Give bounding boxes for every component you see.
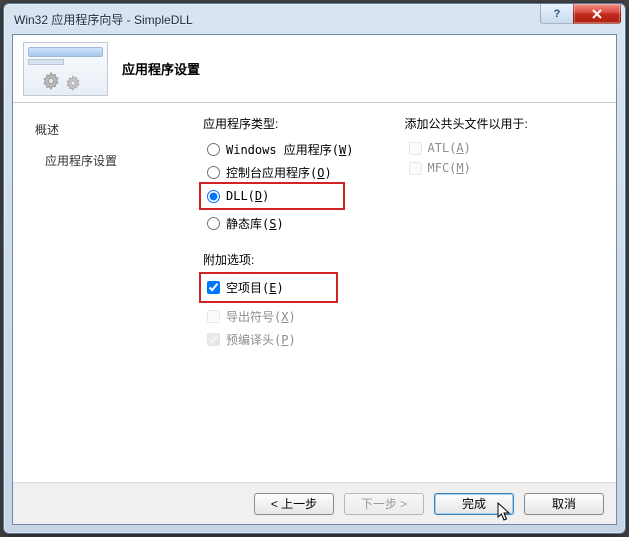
- right-column: 添加公共头文件以用于: ATL(A) MFC(M): [405, 115, 603, 482]
- sidebar: 概述 应用程序设置: [27, 115, 197, 482]
- additional-legend: 附加选项:: [203, 251, 401, 268]
- close-icon: [591, 9, 603, 19]
- window-title: Win32 应用程序向导 - SimpleDLL: [14, 11, 619, 28]
- highlight-dll: DLL(D): [199, 182, 345, 210]
- gear-icon: [38, 69, 64, 95]
- main-pane: 应用程序类型: Windows 应用程序(W) 控制台应用程序(O) DLL(D…: [203, 115, 602, 482]
- check-export-input: [207, 310, 220, 323]
- common-headers-legend: 添加公共头文件以用于:: [405, 115, 603, 132]
- radio-dll-label: DLL(D): [226, 189, 269, 203]
- check-export-symbols: 导出符号(X): [203, 305, 401, 328]
- check-mfc-label: MFC(M): [428, 161, 471, 175]
- radio-console-app[interactable]: 控制台应用程序(O): [203, 161, 401, 184]
- additional-options: 附加选项: 空项目(E) 导出符号(X): [203, 251, 401, 351]
- highlight-empty: 空项目(E): [199, 272, 338, 303]
- cursor-icon: [497, 502, 515, 524]
- finish-button-label: 完成: [462, 495, 486, 512]
- check-empty-project[interactable]: 空项目(E): [203, 276, 288, 299]
- client-area: 应用程序设置 概述 应用程序设置 应用程序类型: Windows 应用程序(W)…: [12, 34, 617, 525]
- check-empty-label: 空项目(E): [226, 279, 284, 296]
- radio-console-input[interactable]: [207, 166, 220, 179]
- help-button[interactable]: ?: [540, 4, 574, 24]
- check-precompiled-header: 预编译头(P): [203, 328, 401, 351]
- check-precomp-input: [207, 333, 220, 346]
- close-button[interactable]: [573, 4, 621, 24]
- wizard-window: Win32 应用程序向导 - SimpleDLL ?: [3, 3, 626, 534]
- check-mfc-input: [409, 162, 422, 175]
- check-atl-label: ATL(A): [428, 141, 471, 155]
- radio-static-lib[interactable]: 静态库(S): [203, 212, 401, 235]
- page-title: 应用程序设置: [122, 59, 200, 78]
- wizard-header: 应用程序设置: [13, 35, 616, 103]
- check-atl-input: [409, 142, 422, 155]
- gear-icon-small: [62, 73, 84, 95]
- wizard-body: 概述 应用程序设置 应用程序类型: Windows 应用程序(W) 控制台应用程…: [13, 103, 616, 482]
- left-column: 应用程序类型: Windows 应用程序(W) 控制台应用程序(O) DLL(D…: [203, 115, 401, 482]
- app-type-legend: 应用程序类型:: [203, 115, 401, 132]
- radio-dll-input[interactable]: [207, 190, 220, 203]
- check-empty-input[interactable]: [207, 281, 220, 294]
- check-export-label: 导出符号(X): [226, 308, 296, 325]
- radio-console-label: 控制台应用程序(O): [226, 164, 332, 181]
- radio-windows-label: Windows 应用程序(W): [226, 141, 354, 158]
- sidebar-item-overview[interactable]: 概述: [27, 117, 197, 142]
- finish-button[interactable]: 完成: [434, 493, 514, 515]
- check-precomp-label: 预编译头(P): [226, 331, 296, 348]
- back-button[interactable]: < 上一步: [254, 493, 334, 515]
- radio-static-input[interactable]: [207, 217, 220, 230]
- check-atl: ATL(A): [405, 138, 603, 158]
- window-buttons: ?: [541, 4, 621, 24]
- cancel-button[interactable]: 取消: [524, 493, 604, 515]
- wizard-footer: < 上一步 下一步 > 完成 取消: [13, 482, 616, 524]
- radio-static-label: 静态库(S): [226, 215, 284, 232]
- sidebar-item-settings[interactable]: 应用程序设置: [27, 148, 197, 173]
- titlebar[interactable]: Win32 应用程序向导 - SimpleDLL ?: [4, 4, 625, 34]
- radio-windows-input[interactable]: [207, 143, 220, 156]
- check-mfc: MFC(M): [405, 158, 603, 178]
- banner-image: [23, 42, 108, 96]
- radio-windows-app[interactable]: Windows 应用程序(W): [203, 138, 401, 161]
- radio-dll[interactable]: DLL(D): [203, 186, 273, 206]
- next-button: 下一步 >: [344, 493, 424, 515]
